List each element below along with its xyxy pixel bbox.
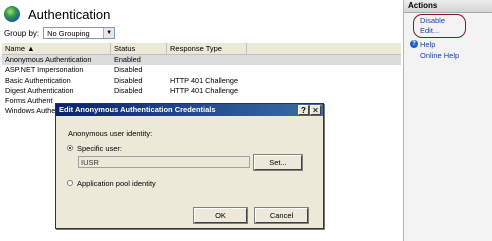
row-name: ASP.NET Impersonation [5, 65, 84, 75]
row-name: Anonymous Authentication [5, 55, 92, 64]
dialog-titlebar[interactable]: Edit Anonymous Authentication Credential… [56, 104, 323, 116]
app-pool-radio[interactable] [67, 180, 73, 186]
table-row[interactable]: ASP.NET Impersonation Disabled [2, 65, 401, 75]
row-response: HTTP 401 Challenge [170, 85, 239, 95]
row-name: Digest Authentication [5, 85, 74, 95]
table-row[interactable]: Basic Authentication Disabled HTTP 401 C… [2, 76, 401, 86]
table-header: Name ▲ Status Response Type [2, 43, 401, 55]
close-button[interactable]: ✕ [310, 105, 321, 115]
row-response: HTTP 401 Challenge [170, 75, 239, 85]
page-title: Authentication [28, 6, 111, 22]
actions-pane: Actions Disable Edit... ? Help Online He… [403, 0, 492, 241]
action-online-help-link[interactable]: Online Help [420, 51, 459, 60]
help-icon: ? [410, 40, 418, 48]
column-header-filler [247, 43, 401, 54]
action-disable-link[interactable]: Disable [420, 16, 445, 25]
edit-credentials-dialog: Edit Anonymous Authentication Credential… [55, 103, 324, 229]
specific-user-radio[interactable] [67, 145, 73, 151]
help-button[interactable]: ? [298, 105, 309, 115]
specific-user-label[interactable]: Specific user: [77, 144, 122, 153]
identity-label: Anonymous user identity: [68, 129, 153, 138]
group-by-select[interactable]: No Grouping ▼ [43, 27, 116, 39]
ok-button[interactable]: OK [193, 207, 248, 224]
action-help-link[interactable]: Help [420, 40, 435, 49]
row-status: Disabled [114, 75, 143, 85]
row-status: Disabled [114, 65, 143, 75]
chevron-down-icon[interactable]: ▼ [103, 28, 115, 38]
actions-header: Actions [404, 0, 492, 13]
column-header-name[interactable]: Name ▲ [2, 43, 111, 54]
row-status: Disabled [114, 85, 143, 95]
globe-icon [4, 6, 20, 22]
group-by-bar: Group by: No Grouping ▼ [4, 27, 116, 39]
action-edit-link[interactable]: Edit... [420, 26, 439, 35]
set-button[interactable]: Set... [253, 154, 303, 171]
dialog-title: Edit Anonymous Authentication Credential… [59, 105, 216, 114]
cancel-button[interactable]: Cancel [254, 207, 309, 224]
row-status: Enabled [114, 55, 141, 64]
page-header: Authentication [4, 3, 110, 25]
app-pool-label[interactable]: Application pool identity [77, 179, 156, 188]
table-row[interactable]: Anonymous Authentication Enabled [2, 55, 401, 66]
group-by-label: Group by: [4, 28, 40, 38]
group-by-value: No Grouping [47, 29, 90, 38]
row-response [167, 65, 247, 75]
row-name: Basic Authentication [5, 75, 71, 85]
sort-asc-icon: ▲ [27, 44, 35, 53]
specific-user-field[interactable]: IUSR [78, 156, 250, 168]
table-row[interactable]: Digest Authentication Disabled HTTP 401 … [2, 86, 401, 96]
column-header-status[interactable]: Status [111, 43, 167, 54]
column-header-response-type[interactable]: Response Type [167, 43, 247, 54]
row-response [167, 55, 247, 65]
